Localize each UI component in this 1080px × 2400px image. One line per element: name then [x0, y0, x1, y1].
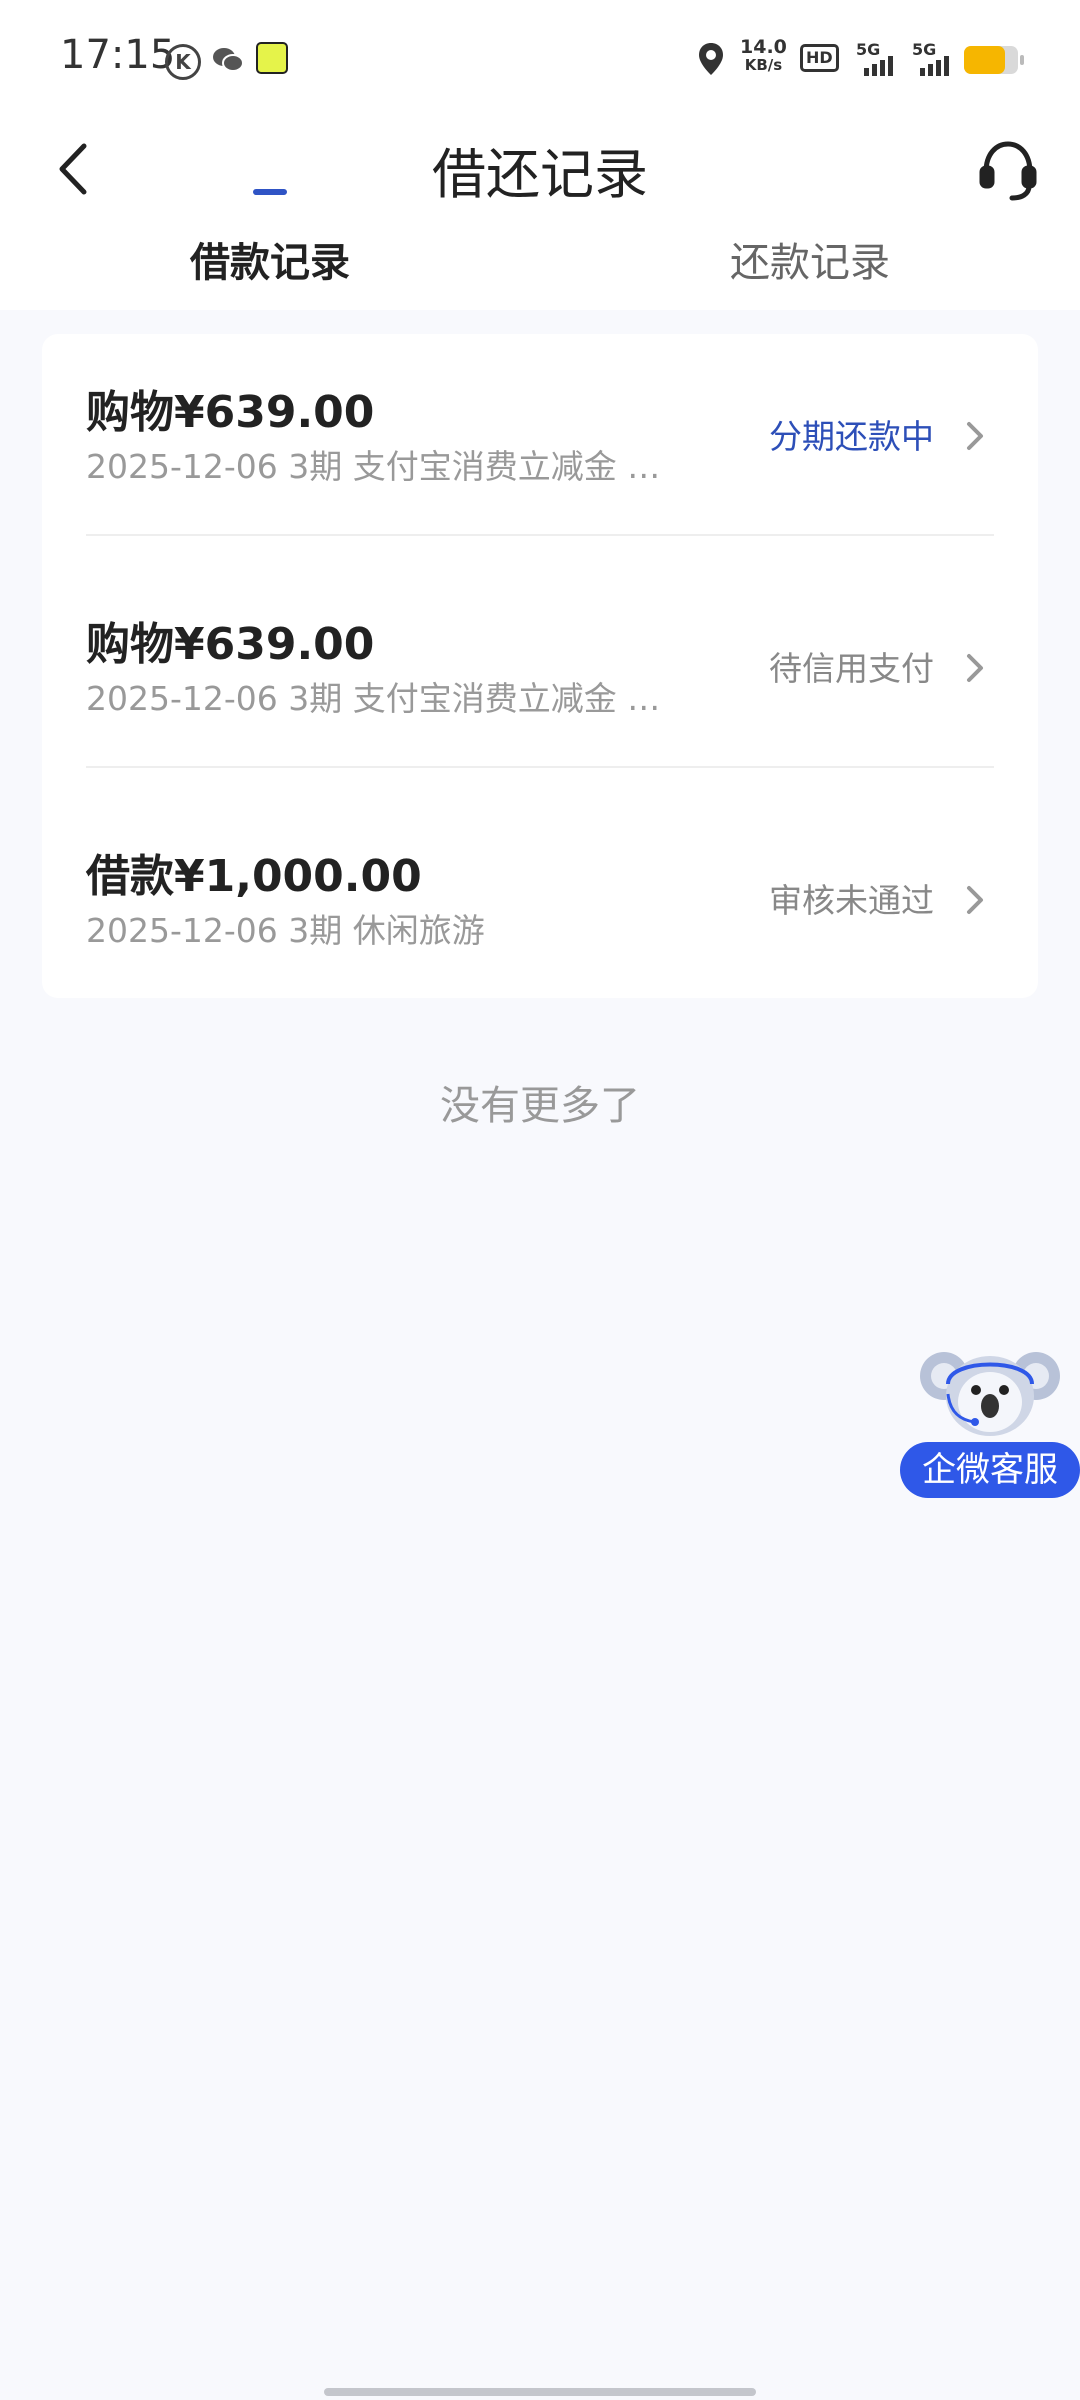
- page-title: 借还记录: [432, 143, 648, 206]
- floating-service-label: 企微客服: [900, 1442, 1080, 1498]
- location-icon: [699, 43, 723, 75]
- tab-repay-records[interactable]: 还款记录: [610, 230, 1010, 288]
- page: 17:15 K 14.0 KB/s HD 5G 5G 借还记录 借款记录 还款记…: [0, 0, 1080, 2400]
- status-bar: 17:15 K 14.0 KB/s HD 5G 5G: [0, 0, 1080, 110]
- record-amount: 购物¥639.00: [86, 619, 375, 670]
- records-card: 购物¥639.00 2025-12-06 3期 支付宝消费立减金 … 分期还款中…: [42, 334, 1038, 998]
- app-notification-icon: [256, 42, 288, 74]
- home-indicator[interactable]: [324, 2388, 756, 2396]
- header: 借还记录 借款记录 还款记录: [0, 110, 1080, 310]
- no-more-text: 没有更多了: [440, 1083, 640, 1129]
- koala-mascot-icon: [920, 1352, 1060, 1436]
- network-speed-value: 14.0: [740, 36, 787, 58]
- record-item[interactable]: 购物¥639.00 2025-12-06 3期 支付宝消费立减金 … 分期还款中: [42, 334, 1038, 566]
- network-speed: 14.0 KB/s: [740, 36, 787, 75]
- record-status: 待信用支付: [769, 649, 934, 688]
- headset-icon: [979, 141, 1037, 201]
- battery-cap: [1020, 55, 1024, 65]
- customer-support-button[interactable]: [976, 134, 1040, 204]
- record-meta: 2025-12-06 3期 休闲旅游: [86, 911, 485, 950]
- battery-icon: [964, 46, 1024, 74]
- record-amount: 借款¥1,000.00: [86, 851, 422, 902]
- record-status: 分期还款中: [769, 417, 934, 456]
- hd-label: HD: [800, 44, 839, 72]
- chevron-right-icon: [967, 422, 983, 450]
- divider: [86, 766, 994, 768]
- chevron-right-icon: [967, 654, 983, 682]
- record-status: 审核未通过: [769, 881, 934, 920]
- record-meta: 2025-12-06 3期 支付宝消费立减金 …: [86, 447, 661, 486]
- network-speed-unit: KB/s: [744, 56, 783, 74]
- record-item[interactable]: 购物¥639.00 2025-12-06 3期 支付宝消费立减金 … 待信用支付: [42, 566, 1038, 798]
- floating-service-button[interactable]: 企微客服: [900, 1344, 1080, 1504]
- tab-borrow-records[interactable]: 借款记录: [70, 230, 470, 288]
- record-item[interactable]: 借款¥1,000.00 2025-12-06 3期 休闲旅游 审核未通过: [42, 798, 1038, 1030]
- active-tab-indicator: [253, 189, 287, 195]
- hd-voice-icon: HD: [800, 44, 839, 72]
- wechat-icon: [213, 48, 244, 72]
- k-app-icon: K: [165, 44, 201, 80]
- chevron-right-icon: [967, 886, 983, 914]
- record-amount: 购物¥639.00: [86, 387, 375, 438]
- divider: [86, 534, 994, 536]
- tab-bar: 借款记录 还款记录: [0, 230, 1080, 310]
- status-time: 17:15: [60, 32, 176, 78]
- record-meta: 2025-12-06 3期 支付宝消费立减金 …: [86, 679, 661, 718]
- battery-level: [964, 46, 1005, 74]
